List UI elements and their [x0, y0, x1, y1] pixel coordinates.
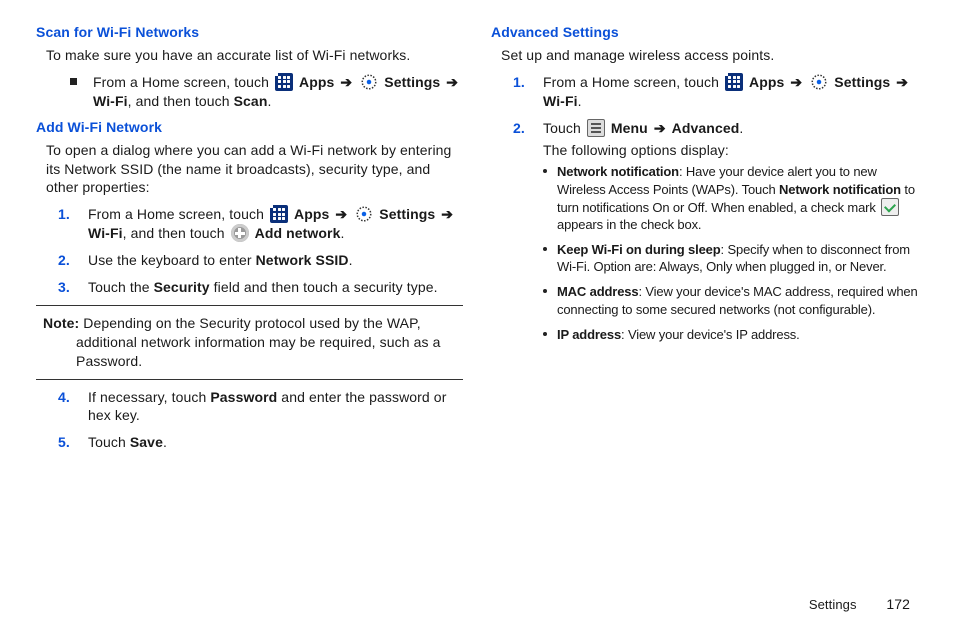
step-number: 2. — [36, 251, 88, 270]
bullet-icon — [543, 169, 547, 173]
add-intro: To open a dialog where you can add a Wi-… — [46, 141, 463, 198]
password-label: Password — [210, 389, 277, 405]
scan-label: Scan — [234, 93, 268, 109]
arrow-icon: ➔ — [788, 74, 804, 90]
step-number: 5. — [36, 433, 88, 452]
apps-icon — [275, 73, 293, 91]
scan-step: From a Home screen, touch Apps ➔ Setting… — [36, 73, 463, 111]
footer-section: Settings — [809, 597, 857, 612]
arrow-icon: ➔ — [652, 120, 668, 136]
adv-steps-list: 1. From a Home screen, touch Apps ➔ Sett… — [491, 73, 918, 351]
list-item: 3. Touch the Security field and then tou… — [36, 278, 463, 297]
add-network-label: Add network — [255, 225, 341, 241]
settings-icon — [360, 73, 378, 91]
left-column: Scan for Wi-Fi Networks To make sure you… — [36, 24, 463, 460]
option-title: Keep Wi-Fi on during sleep — [557, 242, 721, 257]
list-item: 5. Touch Save. — [36, 433, 463, 452]
add-steps-list-cont: 4. If necessary, touch Password and ente… — [36, 388, 463, 453]
text: The following options display: — [543, 141, 918, 160]
list-item: 2. Touch Menu ➔ Advanced. The following … — [491, 119, 918, 351]
advanced-label: Advanced — [672, 120, 740, 136]
text: Touch the — [88, 279, 154, 295]
bullet-icon — [543, 289, 547, 293]
ssid-label: Network SSID — [256, 252, 349, 268]
apps-icon — [270, 205, 288, 223]
option-title: MAC address — [557, 284, 638, 299]
list-item: Keep Wi-Fi on during sleep: Specify when… — [543, 241, 918, 275]
advanced-options-list: Network notification: Have your device a… — [543, 163, 918, 342]
heading-add: Add Wi-Fi Network — [36, 119, 463, 135]
option-title: IP address — [557, 327, 621, 342]
settings-label: Settings — [379, 206, 435, 222]
wifi-label: Wi-Fi — [93, 93, 128, 109]
settings-label: Settings — [384, 74, 440, 90]
menu-label: Menu — [611, 120, 648, 136]
text: Use the keyboard to enter — [88, 252, 256, 268]
apps-label: Apps — [749, 74, 784, 90]
page-number: 172 — [886, 596, 910, 612]
text: Touch — [543, 120, 585, 136]
square-bullet-icon — [70, 78, 77, 85]
note-body: Depending on the Security protocol used … — [76, 315, 440, 369]
text: If necessary, touch — [88, 389, 210, 405]
divider — [36, 305, 463, 306]
list-item: IP address: View your device's IP addres… — [543, 326, 918, 343]
option-ref: Network notification — [779, 182, 901, 197]
list-item: MAC address: View your device's MAC addr… — [543, 283, 918, 317]
settings-label: Settings — [834, 74, 890, 90]
text: , and then touch — [123, 225, 229, 241]
security-label: Security — [154, 279, 210, 295]
menu-icon — [587, 119, 605, 137]
arrow-icon: ➔ — [338, 74, 354, 90]
heading-scan: Scan for Wi-Fi Networks — [36, 24, 463, 40]
apps-label: Apps — [299, 74, 334, 90]
step-number: 2. — [491, 119, 543, 351]
heading-advanced: Advanced Settings — [491, 24, 918, 40]
settings-icon — [810, 73, 828, 91]
scan-intro: To make sure you have an accurate list o… — [46, 46, 463, 65]
list-item: 4. If necessary, touch Password and ente… — [36, 388, 463, 426]
save-label: Save — [130, 434, 163, 450]
wifi-label: Wi-Fi — [88, 225, 123, 241]
step-number: 4. — [36, 388, 88, 426]
bullet-icon — [543, 247, 547, 251]
plus-icon — [231, 224, 249, 242]
note-label: Note: — [43, 315, 79, 331]
checkmark-icon — [881, 198, 899, 216]
bullet-icon — [543, 332, 547, 336]
settings-icon — [355, 205, 373, 223]
step-number: 1. — [491, 73, 543, 111]
text: From a Home screen, touch — [88, 206, 268, 222]
add-steps-list: 1. From a Home screen, touch Apps ➔ Sett… — [36, 205, 463, 297]
adv-intro: Set up and manage wireless access points… — [501, 46, 918, 65]
list-item: 2. Use the keyboard to enter Network SSI… — [36, 251, 463, 270]
wifi-label: Wi-Fi — [543, 93, 578, 109]
text: field and then touch a security type. — [210, 279, 438, 295]
arrow-icon: ➔ — [444, 74, 460, 90]
apps-label: Apps — [294, 206, 329, 222]
arrow-icon: ➔ — [333, 206, 349, 222]
list-item: 1. From a Home screen, touch Apps ➔ Sett… — [36, 205, 463, 243]
option-title: Network notification — [557, 164, 679, 179]
arrow-icon: ➔ — [439, 206, 455, 222]
text: From a Home screen, touch — [93, 74, 273, 90]
arrow-icon: ➔ — [894, 74, 910, 90]
list-item: 1. From a Home screen, touch Apps ➔ Sett… — [491, 73, 918, 111]
note-block: Note: Depending on the Security protocol… — [36, 314, 463, 371]
right-column: Advanced Settings Set up and manage wire… — [491, 24, 918, 460]
apps-icon — [725, 73, 743, 91]
text: , and then touch — [128, 93, 234, 109]
text: Touch — [88, 434, 130, 450]
text: : View your device's IP address. — [621, 327, 800, 342]
text: appears in the check box. — [557, 217, 701, 232]
text: From a Home screen, touch — [543, 74, 723, 90]
list-item: Network notification: Have your device a… — [543, 163, 918, 233]
step-number: 1. — [36, 205, 88, 243]
page-footer: Settings 172 — [809, 596, 910, 612]
divider — [36, 379, 463, 380]
step-number: 3. — [36, 278, 88, 297]
